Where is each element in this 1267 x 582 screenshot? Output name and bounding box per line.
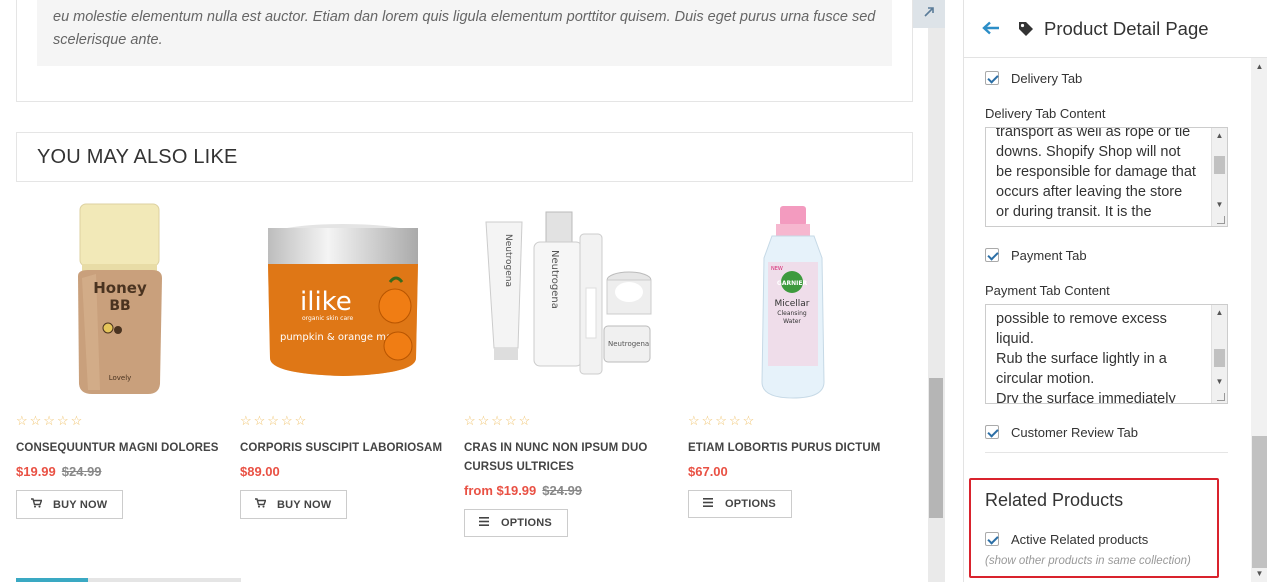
textarea-scroll-thumb[interactable] bbox=[1214, 349, 1225, 367]
product-title-link[interactable]: CRAS IN NUNC NON IPSUM DUO CURSUS ULTRIC… bbox=[464, 439, 679, 477]
svg-text:BB: BB bbox=[109, 298, 130, 314]
svg-text:Neutrogena: Neutrogena bbox=[608, 340, 649, 348]
cart-icon bbox=[255, 498, 267, 511]
related-hint-text: (show other products in same collection) bbox=[985, 555, 1191, 567]
resize-handle[interactable] bbox=[1217, 393, 1225, 401]
options-label: OPTIONS bbox=[725, 498, 776, 510]
rating-stars: ☆☆☆☆☆ bbox=[688, 413, 757, 428]
rating-stars: ☆☆☆☆☆ bbox=[464, 413, 533, 428]
current-price: from $19.99 bbox=[464, 483, 537, 498]
section-title: YOU MAY ALSO LIKE bbox=[37, 146, 238, 168]
product-card: Neutrogena Neutrogena Neutrogena ☆☆☆☆☆ C… bbox=[464, 198, 679, 537]
scroll-up-icon[interactable]: ▲ bbox=[1251, 58, 1267, 75]
current-price: $19.99 bbox=[16, 464, 56, 479]
buy-now-button[interactable]: BUY NOW bbox=[16, 490, 124, 519]
delivery-tab-label: Delivery Tab bbox=[1011, 70, 1083, 86]
payment-content-label: Payment Tab Content bbox=[985, 283, 1110, 298]
textarea-scroll-thumb[interactable] bbox=[1214, 156, 1225, 174]
product-image-pumpkin-mask[interactable]: ilike organic skin care pumpkin & orange… bbox=[240, 198, 455, 403]
expand-icon[interactable] bbox=[913, 0, 945, 28]
current-price: $67.00 bbox=[688, 464, 728, 479]
product-title-link[interactable]: ETIAM LOBORTIS PURUS DICTUM bbox=[688, 439, 903, 458]
svg-text:Neutrogena: Neutrogena bbox=[549, 250, 560, 309]
payment-tab-checkbox[interactable]: Payment Tab bbox=[985, 245, 1250, 265]
resize-handle[interactable] bbox=[1217, 216, 1225, 224]
theme-preview: eu molestie elementum nulla est auctor. … bbox=[0, 0, 913, 582]
product-price: $89.00 bbox=[240, 464, 455, 482]
checkbox-checked[interactable] bbox=[985, 532, 999, 546]
textarea-scrollbar[interactable]: ▲ ▼ bbox=[1211, 305, 1227, 403]
product-image-garnier-micellar[interactable]: NEW GARNIER Micellar Cleansing Water bbox=[688, 198, 903, 403]
delivery-tab-checkbox[interactable]: Delivery Tab bbox=[985, 68, 1250, 88]
checkbox-checked[interactable] bbox=[985, 71, 999, 85]
product-image-neutrogena-set[interactable]: Neutrogena Neutrogena Neutrogena bbox=[464, 198, 679, 403]
active-related-label: Active Related products bbox=[1011, 531, 1149, 547]
scroll-up-icon[interactable]: ▲ bbox=[1212, 128, 1227, 143]
footer-accent bbox=[16, 578, 88, 582]
compare-price: $24.99 bbox=[542, 483, 583, 498]
preview-scrollbar-thumb[interactable] bbox=[929, 378, 943, 518]
scroll-down-icon[interactable]: ▼ bbox=[1212, 374, 1227, 389]
tag-icon bbox=[1018, 21, 1034, 37]
customer-review-tab-checkbox[interactable]: Customer Review Tab bbox=[985, 422, 1250, 442]
options-button[interactable]: OPTIONS bbox=[464, 509, 568, 537]
scroll-down-icon[interactable]: ▼ bbox=[1251, 565, 1267, 582]
product-card: Honey BB Lovely ☆☆☆☆☆ CONSEQUUNTUR MAGNI… bbox=[16, 198, 231, 519]
product-price: $19.99 $24.99 bbox=[16, 464, 231, 482]
panel-scroll-thumb[interactable] bbox=[1252, 436, 1267, 568]
product-price: $67.00 bbox=[688, 464, 903, 482]
product-description-box: eu molestie elementum nulla est auctor. … bbox=[16, 0, 913, 102]
checkbox-checked[interactable] bbox=[985, 248, 999, 262]
related-products-title: Related Products bbox=[985, 490, 1124, 510]
compare-price: $24.99 bbox=[61, 464, 102, 479]
rating-stars: ☆☆☆☆☆ bbox=[16, 413, 85, 428]
svg-text:GARNIER: GARNIER bbox=[777, 280, 808, 287]
product-price: from $19.99 $24.99 bbox=[464, 483, 679, 501]
payment-content-text: possible to remove excess liquid. Rub th… bbox=[996, 311, 1176, 404]
product-card: ilike organic skin care pumpkin & orange… bbox=[240, 198, 455, 519]
product-image-honey-bb[interactable]: Honey BB Lovely bbox=[16, 198, 231, 403]
menu-icon bbox=[703, 498, 715, 510]
customer-review-tab-label: Customer Review Tab bbox=[1011, 424, 1138, 440]
payment-content-textarea[interactable]: possible to remove excess liquid. Rub th… bbox=[985, 304, 1228, 404]
back-arrow-icon[interactable] bbox=[982, 19, 1000, 39]
checkbox-checked[interactable] bbox=[985, 425, 999, 439]
svg-text:ilike: ilike bbox=[300, 287, 352, 317]
scroll-up-icon[interactable]: ▲ bbox=[1212, 305, 1227, 320]
options-button[interactable]: OPTIONS bbox=[688, 490, 792, 518]
cart-icon bbox=[31, 498, 43, 511]
product-card: NEW GARNIER Micellar Cleansing Water ☆☆☆… bbox=[688, 198, 903, 518]
panel-header: Product Detail Page bbox=[964, 0, 1267, 58]
buy-now-label: BUY NOW bbox=[277, 499, 332, 511]
related-section-header: YOU MAY ALSO LIKE bbox=[16, 132, 913, 182]
panel-title: Product Detail Page bbox=[1044, 17, 1209, 39]
delivery-content-label: Delivery Tab Content bbox=[985, 106, 1106, 121]
svg-text:NEW: NEW bbox=[771, 266, 783, 272]
svg-text:Water: Water bbox=[783, 318, 801, 325]
related-products-section: Related Products Active Related products… bbox=[969, 478, 1219, 578]
svg-text:Neutrogena: Neutrogena bbox=[503, 234, 513, 287]
options-label: OPTIONS bbox=[501, 517, 552, 529]
divider bbox=[985, 452, 1228, 453]
textarea-scrollbar[interactable]: ▲ ▼ bbox=[1211, 128, 1227, 226]
current-price: $89.00 bbox=[240, 464, 280, 479]
payment-tab-label: Payment Tab bbox=[1011, 247, 1087, 263]
product-title-link[interactable]: CORPORIS SUSCIPIT LABORIOSAM bbox=[240, 439, 455, 458]
svg-text:organic skin care: organic skin care bbox=[302, 315, 353, 322]
delivery-content-text: transport as well as rope or tie downs. … bbox=[996, 127, 1196, 220]
product-description-text: eu molestie elementum nulla est auctor. … bbox=[37, 0, 892, 66]
active-related-checkbox[interactable]: Active Related products bbox=[985, 529, 1148, 549]
product-title-link[interactable]: CONSEQUUNTUR MAGNI DOLORES bbox=[16, 439, 231, 458]
buy-now-label: BUY NOW bbox=[53, 499, 108, 511]
scroll-down-icon[interactable]: ▼ bbox=[1212, 197, 1227, 212]
svg-text:Micellar: Micellar bbox=[775, 299, 810, 309]
svg-text:Honey: Honey bbox=[93, 279, 147, 297]
delivery-content-textarea[interactable]: transport as well as rope or tie downs. … bbox=[985, 127, 1228, 227]
rating-stars: ☆☆☆☆☆ bbox=[240, 413, 309, 428]
panel-scrollbar[interactable]: ▲ ▼ bbox=[1251, 58, 1267, 582]
buy-now-button[interactable]: BUY NOW bbox=[240, 490, 348, 519]
svg-text:Lovely: Lovely bbox=[109, 374, 132, 382]
svg-text:Cleansing: Cleansing bbox=[777, 310, 807, 317]
menu-icon bbox=[479, 517, 491, 529]
